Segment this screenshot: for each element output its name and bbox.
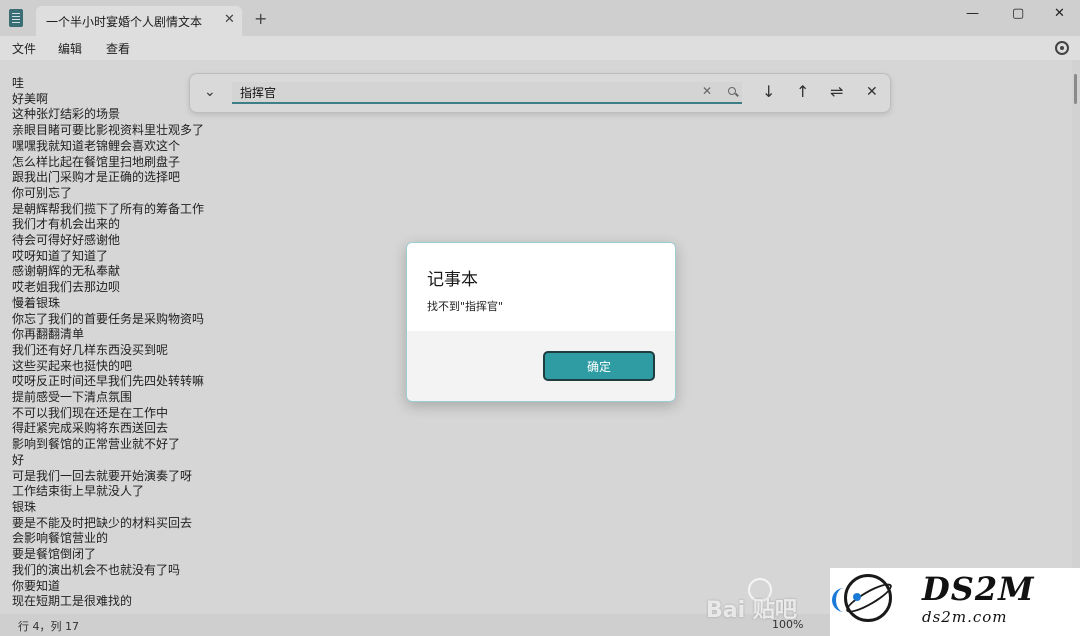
editor-line: 哎呀知道了知道了 — [12, 248, 109, 263]
search-icon[interactable] — [728, 87, 736, 95]
editor-line: 哇 — [12, 76, 25, 90]
editor-line: 要是餐馆倒闭了 — [12, 547, 97, 562]
atom-logo-icon — [844, 574, 892, 622]
logo-main-text: DS2M — [922, 570, 1035, 608]
editor-line: 嘿嘿我就知道老锦鲤会喜欢这个 — [12, 138, 181, 153]
editor-line: 跟我出门采购才是正确的选择吧 — [12, 170, 181, 185]
editor-line: 银珠 — [12, 499, 37, 514]
close-window-button[interactable]: ✕ — [1054, 6, 1065, 21]
editor-line: 这种张灯结彩的场景 — [12, 107, 121, 122]
dialog-title: 记事本 — [427, 270, 478, 290]
menu-file[interactable]: 文件 — [12, 40, 36, 57]
tab-document[interactable]: 一个半小时宴婚个人剧情文本 ✕ — [36, 6, 242, 36]
maximize-button[interactable]: ▢ — [1012, 6, 1024, 21]
ds2m-logo: DS2M ds2m.com — [830, 568, 1080, 636]
editor-line: 我们才有机会出来的 — [12, 217, 121, 232]
tab-title: 一个半小时宴婚个人剧情文本 — [46, 15, 203, 29]
editor-line: 好 — [12, 452, 25, 467]
editor-line: 不可以我们现在还是在工作中 — [12, 405, 169, 420]
find-next-button[interactable]: ↓ — [762, 82, 775, 101]
find-options-button[interactable]: ⇌ — [830, 82, 843, 101]
menu-view[interactable]: 查看 — [106, 40, 130, 57]
dialog-body: 记事本 找不到"指挥官" — [407, 243, 675, 331]
find-input[interactable] — [232, 82, 742, 104]
baidu-watermark: Bai 贴吧 — [706, 598, 797, 623]
dialog-message: 找不到"指挥官" — [427, 300, 504, 313]
editor-line: 你要知道 — [12, 578, 61, 593]
editor-line: 哎呀反正时间还早我们先四处转转嘛 — [12, 374, 205, 389]
editor-line: 要是不能及时把缺少的材料买回去 — [12, 515, 193, 530]
editor-line: 是朝辉帮我们揽下了所有的筹备工作 — [12, 201, 205, 216]
editor-line: 我们的演出机会不也就没有了吗 — [12, 562, 181, 577]
editor-line: 你可别忘了 — [12, 185, 73, 200]
expand-replace-chevron-icon[interactable]: ⌄ — [204, 84, 216, 100]
new-tab-button[interactable]: + — [254, 9, 267, 28]
editor-line: 哎老姐我们去那边呗 — [12, 280, 121, 295]
editor-line: 会影响餐馆营业的 — [12, 531, 109, 546]
logo-sub-text: ds2m.com — [922, 608, 1008, 626]
close-find-button[interactable]: ✕ — [866, 84, 878, 100]
editor-line: 这些买起来也挺快的吧 — [12, 358, 133, 373]
clear-find-icon[interactable]: ✕ — [702, 84, 712, 98]
editor-line: 你忘了我们的首要任务是采购物资吗 — [12, 311, 205, 326]
menu-edit[interactable]: 编辑 — [58, 40, 82, 57]
editor-text: 哇好美啊 这种张灯结彩的场景 亲眼目睹可要比影视资料里壮观多了 嘿嘿我就知道老锦鲤会喜… — [12, 76, 204, 610]
editor-line: 得赶紧完成采购将东西送回去 — [12, 421, 169, 436]
editor-line: 好美啊 — [12, 91, 49, 106]
editor-line: 影响到餐馆的正常营业就不好了 — [12, 437, 181, 452]
editor-line: 慢着银珠 — [12, 295, 61, 310]
editor-line: 你再翻翻清单 — [12, 327, 85, 342]
editor-line: 提前感受一下清点氛围 — [12, 390, 133, 405]
editor-line: 我们还有好几样东西没买到呢 — [12, 342, 169, 357]
editor-line: 亲眼目睹可要比影视资料里壮观多了 — [12, 123, 205, 138]
minimize-button[interactable]: — — [966, 6, 979, 21]
tab-close-icon[interactable]: ✕ — [224, 12, 235, 27]
ok-button[interactable]: 确定 — [543, 351, 655, 381]
editor-line: 可是我们一回去就要开始演奏了呀 — [12, 468, 193, 483]
editor-line: 感谢朝辉的无私奉献 — [12, 264, 121, 279]
cursor-position: 行 4，列 17 — [18, 620, 79, 633]
vertical-scrollbar[interactable] — [1072, 60, 1080, 614]
editor-line: 现在短期工是很难找的 — [12, 594, 133, 609]
scrollbar-thumb[interactable] — [1074, 74, 1077, 104]
editor-line: 待会可得好好感谢他 — [12, 233, 121, 248]
notepad-icon — [9, 9, 23, 27]
find-bar: ⌄ ✕ ↓ ↑ ⇌ ✕ — [189, 73, 891, 113]
menu-bar: 文件 编辑 查看 — [0, 36, 1080, 60]
find-previous-button[interactable]: ↑ — [796, 82, 809, 101]
editor-line: 怎么样比起在餐馆里扫地刷盘子 — [12, 154, 181, 169]
settings-gear-icon[interactable] — [1055, 41, 1069, 55]
title-bar: 一个半小时宴婚个人剧情文本 ✕ + — ▢ ✕ — [0, 0, 1080, 36]
not-found-dialog: 记事本 找不到"指挥官" 确定 — [406, 242, 676, 402]
editor-line: 工作结束街上早就没人了 — [12, 484, 145, 499]
